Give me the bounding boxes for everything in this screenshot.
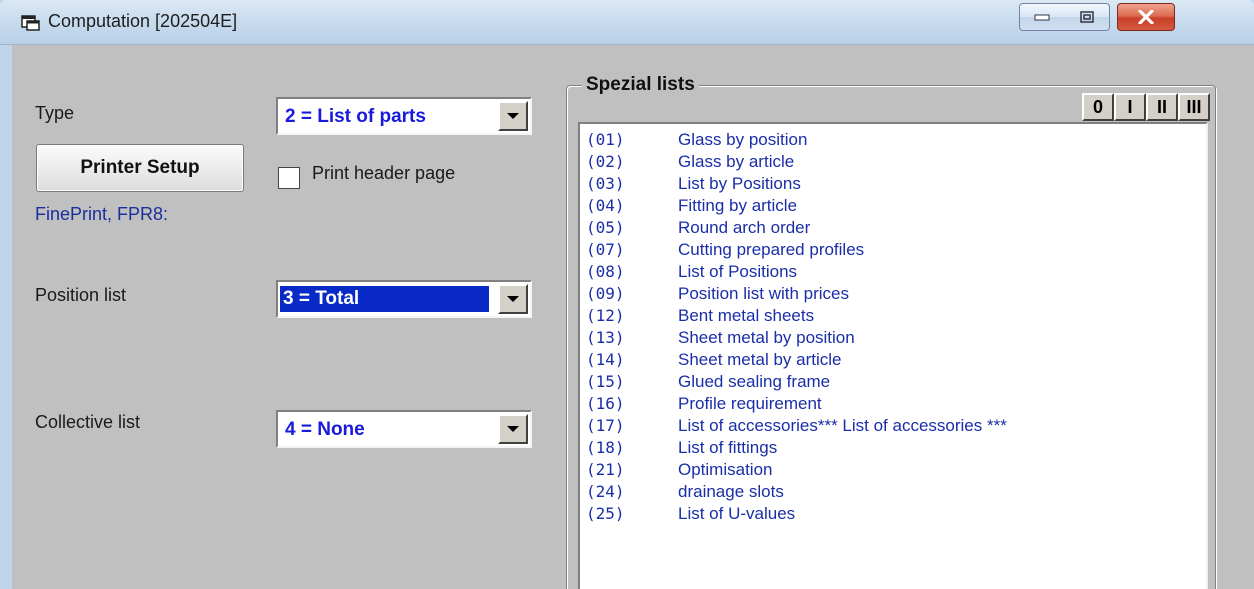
level-button-0[interactable]: 0	[1082, 93, 1114, 121]
position-list-select-value: 3 = Total	[280, 286, 489, 312]
printer-name: FinePrint, FPR8:	[35, 204, 169, 224]
printer-setup-button[interactable]: Printer Setup	[36, 144, 244, 192]
level-buttons: 0 I II III	[1082, 93, 1210, 121]
chevron-down-icon	[507, 426, 519, 432]
list-item-name: Cutting prepared profiles	[678, 240, 865, 259]
maximize-icon	[1079, 11, 1094, 23]
list-item-name: Bent metal sheets	[678, 306, 815, 325]
list-item-code: (16)	[586, 394, 625, 413]
list-item-name: Glass by position	[678, 130, 808, 149]
title-bar[interactable]: Computation [202504E]	[0, 0, 1254, 45]
type-select[interactable]: 2 = List of parts	[276, 97, 532, 135]
list-item-name: Fitting by article	[678, 196, 798, 215]
minimize-button[interactable]	[1019, 3, 1065, 31]
window-title: Computation [202504E]	[48, 11, 238, 31]
list-item-code: (18)	[586, 438, 625, 457]
chevron-down-icon	[507, 296, 519, 302]
special-lists-listbox[interactable]: (01) Glass by position (02) Glass by artic…	[578, 122, 1208, 589]
level-button-1[interactable]: I	[1114, 93, 1146, 121]
special-lists-title: Spezial lists	[582, 74, 699, 96]
list-item-name: Position list with prices	[678, 284, 850, 303]
list-item-code: (24)	[586, 482, 625, 501]
list-item-code: (04)	[586, 196, 625, 215]
list-item-code: (12)	[586, 306, 625, 325]
list-item-name: Round arch order	[678, 218, 811, 237]
position-list-select[interactable]: 3 = Total	[276, 280, 532, 318]
level-button-3[interactable]: III	[1178, 93, 1210, 121]
app-window-icon	[21, 15, 40, 31]
list-item-name: List by Positions	[678, 174, 801, 193]
list-item-name: List of accessories*** List of accessori…	[678, 416, 1007, 435]
list-item-code: (14)	[586, 350, 625, 369]
collective-list-dropdown-button[interactable]	[498, 414, 528, 444]
list-item-code: (05)	[586, 218, 625, 237]
type-select-dropdown-button[interactable]	[498, 101, 528, 131]
list-item-code: (01)	[586, 130, 625, 149]
close-button[interactable]	[1117, 3, 1175, 31]
print-header-label[interactable]: Print header page	[312, 163, 455, 184]
list-item-name: Sheet metal by position	[678, 328, 855, 347]
print-header-checkbox[interactable]	[278, 167, 300, 189]
collective-list-select[interactable]: 4 = None	[276, 410, 532, 448]
type-label: Type	[35, 103, 75, 123]
collective-list-select-value: 4 = None	[285, 419, 365, 440]
list-item-name: Glued sealing frame	[678, 372, 831, 391]
type-select-value: 2 = List of parts	[285, 106, 426, 127]
list-item-name: Profile requirement	[678, 394, 822, 413]
list-item-name: List of Positions	[678, 262, 798, 281]
list-item-name: Optimisation	[678, 460, 773, 479]
list-item-code: (13)	[586, 328, 625, 347]
list-item-code: (09)	[586, 284, 625, 303]
position-list-label: Position list	[35, 285, 127, 305]
chevron-down-icon	[507, 113, 519, 119]
position-list-dropdown-button[interactable]	[498, 284, 528, 314]
close-icon	[1138, 10, 1154, 24]
minimize-icon	[1034, 14, 1050, 21]
level-button-2[interactable]: II	[1146, 93, 1178, 121]
list-item-name: List of U-values	[678, 504, 796, 523]
client-area: Type 2 = List of parts Printer Setup Pri…	[12, 45, 1254, 589]
list-item-name: List of fittings	[678, 438, 778, 457]
list-item-code: (08)	[586, 262, 625, 281]
list-item-code: (07)	[586, 240, 625, 259]
computation-window: Computation [202504E] Type 2 = List of p…	[0, 0, 1254, 589]
maximize-button[interactable]	[1064, 3, 1110, 31]
list-item-code: (02)	[586, 152, 625, 171]
collective-list-label: Collective list	[35, 412, 141, 432]
list-item-code: (25)	[586, 504, 625, 523]
list-item-code: (03)	[586, 174, 625, 193]
list-item-code: (15)	[586, 372, 625, 391]
list-item-code: (21)	[586, 460, 625, 479]
list-item-name: drainage slots	[678, 482, 784, 501]
list-item-name: Glass by article	[678, 152, 795, 171]
list-item-code: (17)	[586, 416, 625, 435]
list-item-name: Sheet metal by article	[678, 350, 842, 369]
